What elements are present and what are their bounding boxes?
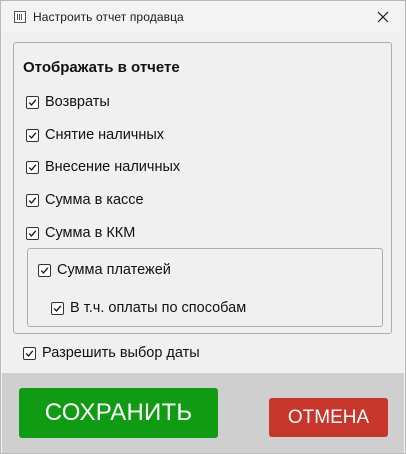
button-bar: СОХРАНИТЬ ОТМЕНА <box>2 373 404 453</box>
checkbox-label: Внесение наличных <box>45 159 181 175</box>
checkmark-icon <box>28 98 37 106</box>
checkbox-box[interactable] <box>23 346 36 360</box>
title-bar: Настроить отчет продавца <box>1 1 405 33</box>
app-icon <box>14 11 26 23</box>
checkbox-box[interactable] <box>38 263 51 277</box>
checkbox-label: Возвраты <box>45 94 110 110</box>
dialog-content: Отображать в отчете Возвраты Снятие нали… <box>2 33 404 373</box>
close-button[interactable] <box>361 1 405 33</box>
checkmark-icon <box>28 163 37 171</box>
cancel-button[interactable]: ОТМЕНА <box>269 398 388 437</box>
window-title: Настроить отчет продавца <box>33 10 184 24</box>
checkbox-sum-in-kkm[interactable]: Сумма в ККМ <box>26 225 135 241</box>
checkbox-label: В т.ч. оплаты по способам <box>70 300 247 316</box>
payments-group: Сумма платежей В т.ч. оплаты по способам <box>27 248 383 327</box>
group-title: Отображать в отчете <box>23 59 180 76</box>
checkbox-payments-by-method[interactable]: В т.ч. оплаты по способам <box>51 300 246 316</box>
checkmark-icon <box>40 266 49 274</box>
report-options-group: Отображать в отчете Возвраты Снятие нали… <box>13 42 392 334</box>
checkbox-box[interactable] <box>26 95 39 109</box>
checkbox-cash-withdrawal[interactable]: Снятие наличных <box>26 127 164 143</box>
checkmark-icon <box>25 349 34 357</box>
checkbox-payments-sum[interactable]: Сумма платежей <box>38 262 171 278</box>
checkmark-icon <box>53 304 62 312</box>
checkmark-icon <box>28 229 37 237</box>
checkmark-icon <box>28 131 37 139</box>
checkbox-cash-deposit[interactable]: Внесение наличных <box>26 159 180 175</box>
checkbox-box[interactable] <box>26 226 39 240</box>
close-icon <box>377 11 389 23</box>
checkbox-cash-in-register[interactable]: Сумма в кассе <box>26 192 144 208</box>
checkbox-box[interactable] <box>26 128 39 142</box>
checkbox-allow-date-selection[interactable]: Разрешить выбор даты <box>23 345 200 361</box>
checkbox-box[interactable] <box>51 301 64 315</box>
checkbox-box[interactable] <box>26 160 39 174</box>
dialog-window: Настроить отчет продавца Отображать в от… <box>0 0 406 454</box>
checkbox-box[interactable] <box>26 193 39 207</box>
checkbox-returns[interactable]: Возвраты <box>26 94 110 110</box>
checkbox-label: Разрешить выбор даты <box>42 345 200 361</box>
checkbox-label: Снятие наличных <box>45 127 165 143</box>
checkbox-label: Сумма в кассе <box>45 192 144 208</box>
checkbox-label: Сумма в ККМ <box>45 225 136 241</box>
checkmark-icon <box>28 196 37 204</box>
checkbox-label: Сумма платежей <box>57 262 171 278</box>
save-button[interactable]: СОХРАНИТЬ <box>19 388 218 438</box>
